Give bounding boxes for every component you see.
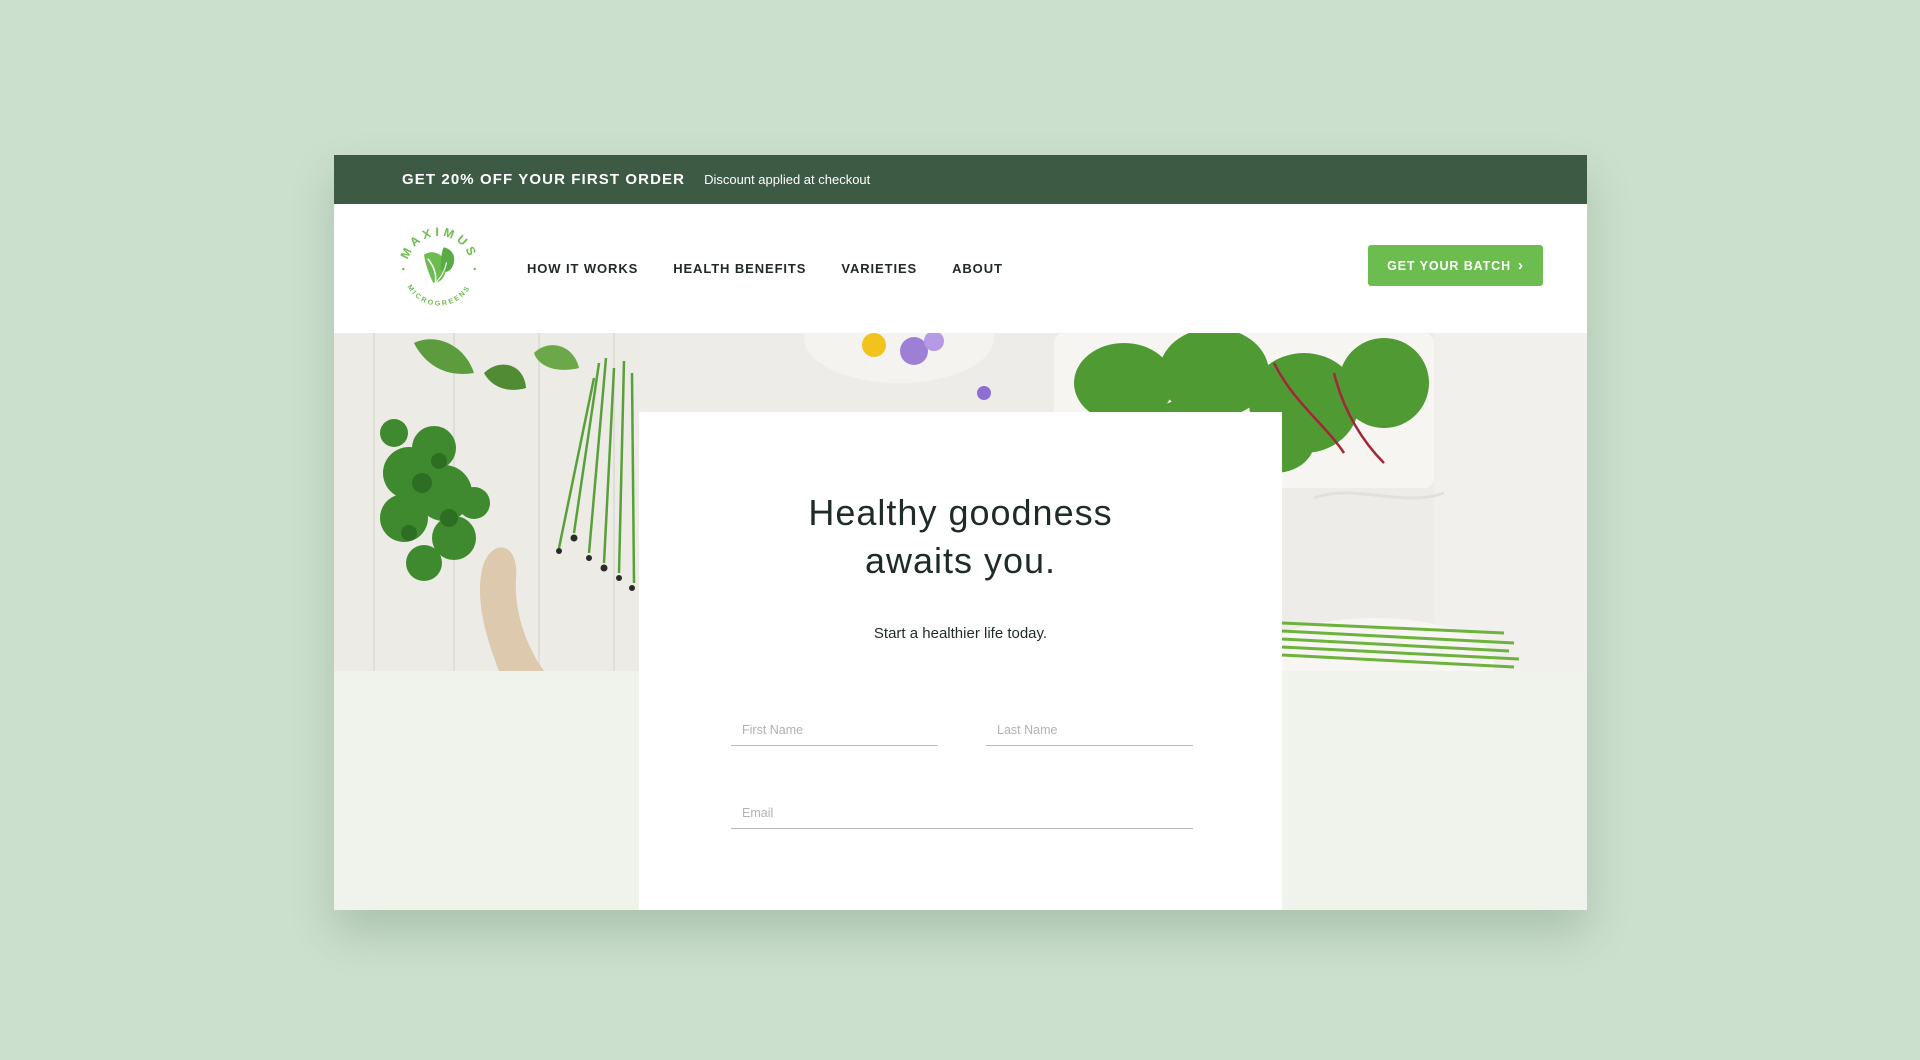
- site-header: MAXIMUS MICROGREENS HOW IT WORKS HEALTH …: [334, 204, 1587, 333]
- hero-title-line1: Healthy goodness: [808, 492, 1113, 533]
- first-name-field[interactable]: First Name: [731, 716, 938, 746]
- chevron-right-icon: ›: [1518, 257, 1524, 274]
- email-placeholder: Email: [742, 806, 774, 820]
- hero-subtitle: Start a healthier life today.: [873, 625, 1048, 642]
- nav-varieties[interactable]: VARIETIES: [841, 261, 917, 276]
- promo-subtext: Discount applied at checkout: [704, 172, 871, 187]
- svg-text:MICROGREENS: MICROGREENS: [406, 284, 473, 308]
- main-nav: HOW IT WORKS HEALTH BENEFITS VARIETIES A…: [527, 204, 1038, 333]
- website-frame: GET 20% OFF YOUR FIRST ORDER Discount ap…: [334, 155, 1587, 910]
- maximus-logo[interactable]: MAXIMUS MICROGREENS: [392, 221, 486, 315]
- hero-title-line2: awaits you.: [864, 540, 1057, 581]
- nav-how-it-works[interactable]: HOW IT WORKS: [527, 261, 638, 276]
- hero-title: Healthy goodness awaits you.: [639, 489, 1282, 585]
- first-name-placeholder: First Name: [742, 723, 804, 737]
- last-name-placeholder: Last Name: [997, 723, 1058, 737]
- signup-card: Healthy goodness awaits you. Start a hea…: [639, 412, 1282, 910]
- nav-health-benefits[interactable]: HEALTH BENEFITS: [673, 261, 806, 276]
- logo-sub-text: MICROGREENS: [406, 284, 471, 308]
- promo-headline: GET 20% OFF YOUR FIRST ORDER: [402, 171, 686, 188]
- nav-about[interactable]: ABOUT: [952, 261, 1003, 276]
- cta-label: GET YOUR BATCH: [1387, 258, 1512, 273]
- leaf-icon: [423, 247, 455, 284]
- last-name-field[interactable]: Last Name: [986, 716, 1193, 746]
- promo-bar: GET 20% OFF YOUR FIRST ORDER Discount ap…: [334, 155, 1587, 204]
- email-field[interactable]: Email: [731, 799, 1193, 829]
- get-your-batch-button[interactable]: GET YOUR BATCH ›: [1368, 245, 1543, 286]
